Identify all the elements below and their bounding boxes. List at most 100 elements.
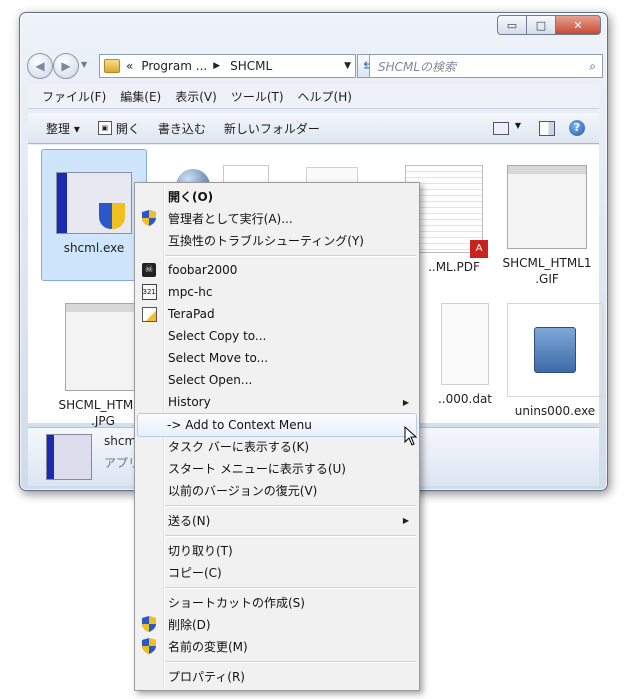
details-file-name: shcm (104, 434, 137, 448)
address-dropdown-icon[interactable]: ▼ (344, 61, 351, 71)
menu-help[interactable]: ヘルプ(H) (298, 88, 352, 105)
menu-label: 削除(D) (168, 617, 211, 632)
back-button[interactable]: ◀ (27, 53, 53, 79)
terapad-icon (140, 305, 158, 323)
shcml-exe-thumbnail (56, 172, 132, 234)
uac-shield-icon (140, 615, 158, 633)
menu-separator (165, 587, 416, 589)
folder-icon (104, 59, 120, 73)
menu-item-open[interactable]: 開く(O) (137, 185, 417, 207)
menu-item-pin-taskbar[interactable]: タスク バーに表示する(K) (137, 435, 417, 457)
navigation-bar: ◀ ▶ ▼ « Program ... ▶ SHCML ▼ ⇆ SHCMLの検索… (27, 53, 603, 79)
search-placeholder: SHCMLの検索 (378, 59, 457, 74)
maximize-button[interactable]: □ (526, 15, 556, 35)
organize-button[interactable]: 整理 ▾ (46, 120, 80, 137)
menu-item-pin-start-menu[interactable]: スタート メニューに表示する(U) (137, 457, 417, 479)
help-icon[interactable]: ? (569, 120, 585, 136)
file-item-dat[interactable]: ..000.dat (413, 303, 517, 407)
menu-tools[interactable]: ツール(T) (231, 88, 284, 105)
uac-shield-icon (140, 209, 158, 227)
forward-arrow-icon: ▶ (61, 59, 71, 73)
recent-pages-dropdown[interactable]: ▼ (81, 60, 87, 69)
view-dropdown-icon[interactable]: ▼ (515, 121, 521, 130)
menu-label: 開く(O) (168, 189, 214, 204)
menu-label: 以前のバージョンの復元(V) (168, 483, 318, 498)
breadcrumb-program-files[interactable]: Program ... (141, 59, 207, 73)
view-options-icon[interactable] (493, 122, 509, 135)
file-item-shcml-exe[interactable]: shcml.exe (41, 149, 147, 281)
preview-pane-icon[interactable] (539, 121, 555, 136)
menu-label: Select Copy to... (168, 329, 267, 343)
close-button[interactable]: ✕ (555, 15, 601, 35)
forward-button[interactable]: ▶ (53, 53, 79, 79)
gif-thumbnail (507, 165, 587, 249)
menu-label: 名前の変更(M) (168, 639, 248, 654)
open-button[interactable]: ▣ 開く (97, 120, 140, 137)
mouse-cursor-icon (404, 426, 418, 446)
file-name: unins000.exe (514, 404, 596, 418)
minimize-button[interactable]: ▭ (497, 15, 527, 35)
adobe-pdf-icon: A (470, 240, 488, 258)
foobar-icon: ☠ (140, 261, 158, 279)
menu-item-select-move-to[interactable]: Select Move to... (137, 347, 417, 369)
file-name: shcml.exe (63, 241, 125, 255)
burn-label: 書き込む (157, 121, 206, 136)
menu-item-terapad[interactable]: TeraPad (137, 303, 417, 325)
file-name: ..ML.PDF (428, 260, 480, 274)
menu-label: コピー(C) (168, 565, 222, 580)
address-bar[interactable]: « Program ... ▶ SHCML ▼ (99, 54, 356, 78)
menu-item-run-as-admin[interactable]: 管理者として実行(A)... (137, 207, 417, 229)
menu-label: 切り取り(T) (168, 543, 233, 558)
mpc-icon: 321 (140, 283, 158, 301)
menu-item-select-copy-to[interactable]: Select Copy to... (137, 325, 417, 347)
menu-item-add-to-context-menu[interactable]: -> Add to Context Menu (137, 413, 417, 437)
installer-thumbnail (507, 303, 603, 397)
details-thumbnail (46, 434, 92, 480)
address-overflow[interactable]: « (126, 59, 133, 73)
menu-label: Select Open... (168, 373, 253, 387)
menu-separator (165, 255, 416, 257)
menu-item-history[interactable]: History ▶ (137, 391, 417, 413)
caption-buttons: ▭ □ ✕ (497, 15, 601, 35)
menu-label: ショートカットの作成(S) (168, 595, 305, 610)
menu-label: プロパティ(R) (168, 669, 245, 684)
search-box[interactable]: SHCMLの検索 ⌕ (369, 54, 603, 78)
new-folder-button[interactable]: 新しいフォルダー (224, 120, 320, 137)
menu-item-create-shortcut[interactable]: ショートカットの作成(S) (137, 591, 417, 613)
menu-item-delete[interactable]: 削除(D) (137, 613, 417, 635)
menu-item-rename[interactable]: 名前の変更(M) (137, 635, 417, 657)
menu-file[interactable]: ファイル(F) (42, 88, 106, 105)
back-arrow-icon: ◀ (35, 59, 45, 73)
breadcrumb-shcml[interactable]: SHCML (230, 59, 272, 73)
menu-label: 送る(N) (168, 513, 211, 528)
search-icon[interactable]: ⌕ (589, 59, 596, 74)
context-menu: 開く(O) 管理者として実行(A)... 互換性のトラブルシューティング(Y) … (134, 182, 420, 691)
installer-icon (534, 327, 576, 373)
menu-item-troubleshoot-compat[interactable]: 互換性のトラブルシューティング(Y) (137, 229, 417, 251)
file-item-unins000[interactable]: unins000.exe (503, 303, 607, 419)
breadcrumb-separator-icon[interactable]: ▶ (213, 61, 220, 71)
organize-label: 整理 ▾ (46, 121, 80, 136)
menu-view[interactable]: 表示(V) (175, 88, 217, 105)
menu-item-restore-previous[interactable]: 以前のバージョンの復元(V) (137, 479, 417, 501)
menu-label: foobar2000 (168, 263, 238, 277)
burn-button[interactable]: 書き込む (158, 120, 206, 137)
command-bar: 整理 ▾ ▣ 開く 書き込む 新しいフォルダー ▼ ? (28, 113, 599, 144)
menu-item-select-open[interactable]: Select Open... (137, 369, 417, 391)
menu-label: -> Add to Context Menu (167, 418, 312, 432)
menu-bar: ファイル(F) 編集(E) 表示(V) ツール(T) ヘルプ(H) (28, 84, 599, 109)
file-name: ..000.dat (437, 392, 493, 406)
menu-label: 管理者として実行(A)... (168, 211, 293, 226)
menu-item-copy[interactable]: コピー(C) (137, 561, 417, 583)
menu-item-mpc-hc[interactable]: 321 mpc-hc (137, 281, 417, 303)
file-item-gif[interactable]: SHCML_HTML1 .GIF (495, 165, 599, 287)
submenu-arrow-icon: ▶ (402, 515, 409, 525)
menu-edit[interactable]: 編集(E) (120, 88, 161, 105)
menu-item-foobar2000[interactable]: ☠ foobar2000 (137, 259, 417, 281)
dat-file-icon (441, 303, 489, 385)
menu-separator (165, 661, 416, 663)
menu-item-cut[interactable]: 切り取り(T) (137, 539, 417, 561)
new-folder-label: 新しいフォルダー (223, 121, 320, 136)
menu-item-send-to[interactable]: 送る(N) ▶ (137, 509, 417, 531)
menu-item-properties[interactable]: プロパティ(R) (137, 665, 417, 687)
